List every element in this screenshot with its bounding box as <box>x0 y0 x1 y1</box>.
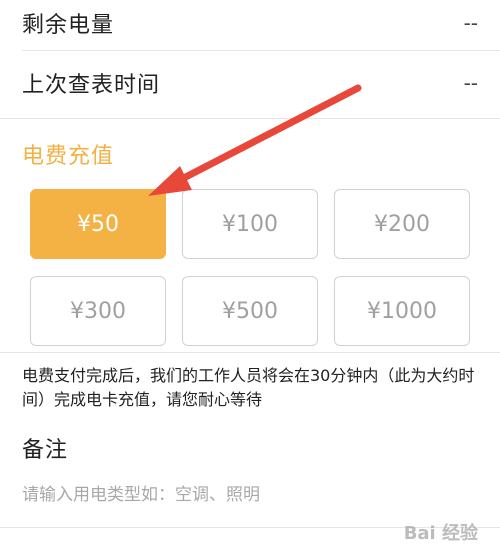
amount-option-100[interactable]: ¥100 <box>182 189 318 259</box>
remark-title: 备注 <box>22 438 69 463</box>
remaining-power-row: 剩余电量 -- <box>0 0 500 46</box>
recharge-notice: 电费支付完成后，我们的工作人员将会在30分钟内（此为大约时间）完成电卡充值，请您… <box>22 366 475 409</box>
baidu-watermark: Bai 经验 <box>403 523 478 544</box>
divider <box>0 352 500 353</box>
last-meter-reading-label: 上次查表时间 <box>22 73 161 98</box>
remaining-power-label: 剩余电量 <box>22 13 115 38</box>
amount-option-50[interactable]: ¥50 <box>30 189 166 259</box>
amount-option-300[interactable]: ¥300 <box>30 276 166 346</box>
divider <box>0 118 500 119</box>
divider <box>22 50 500 51</box>
recharge-section-title: 电费充值 <box>22 144 115 169</box>
last-meter-reading-row: 上次查表时间 -- <box>0 60 500 106</box>
amount-option-1000[interactable]: ¥1000 <box>334 276 470 346</box>
amount-option-500[interactable]: ¥500 <box>182 276 318 346</box>
last-meter-reading-value: -- <box>463 71 478 95</box>
amount-option-200[interactable]: ¥200 <box>334 189 470 259</box>
remaining-power-value: -- <box>463 11 478 35</box>
remark-input[interactable] <box>22 480 462 510</box>
